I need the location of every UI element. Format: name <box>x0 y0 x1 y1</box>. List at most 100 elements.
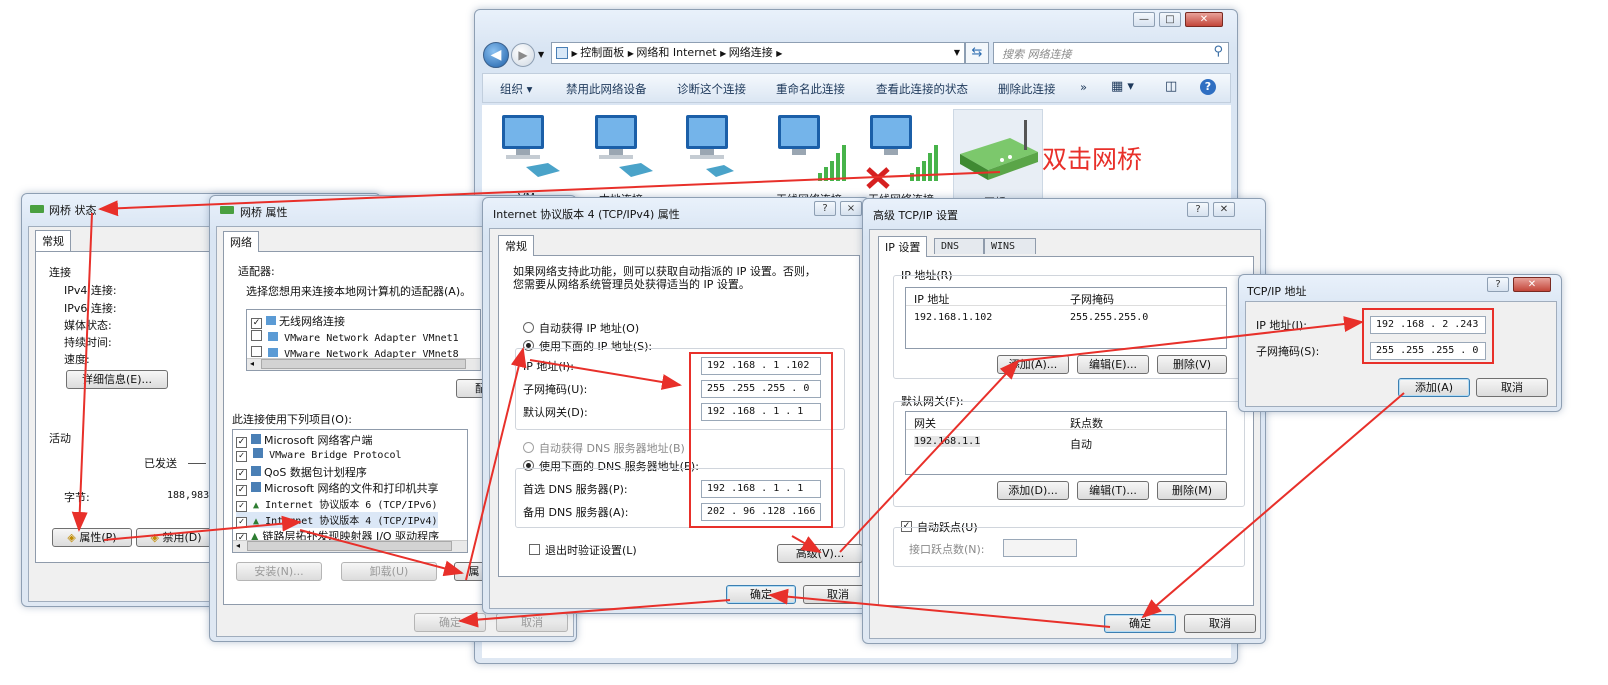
item-checkbox[interactable]: ✓ <box>236 517 247 528</box>
adapter-local[interactable]: 本地连接 <box>589 111 659 206</box>
gateway-list[interactable]: 网关 跃点数 192.168.1.1 自动 <box>905 411 1227 475</box>
help-icon[interactable]: ? <box>1200 79 1216 95</box>
ip-row-address[interactable]: 192.168.1.102 <box>914 312 992 323</box>
adapter-vm[interactable]: VM <box>496 111 566 204</box>
auto-dns-radio[interactable] <box>523 442 534 453</box>
close-button[interactable]: ✕ <box>1513 277 1551 292</box>
adapter-checkbox[interactable] <box>251 346 262 357</box>
close-button[interactable]: × <box>840 201 862 216</box>
item-checkbox[interactable]: ✓ <box>236 501 247 512</box>
delete-connection-button[interactable]: 删除此连接 <box>998 81 1056 97</box>
tab-ip-settings[interactable]: IP 设置 <box>878 236 928 257</box>
scroll-thumb[interactable] <box>247 541 452 551</box>
cancel-button[interactable]: 取消 <box>1184 614 1256 633</box>
tab-general[interactable]: 常规 <box>35 230 71 251</box>
adapter-wireless-1[interactable] <box>680 111 750 191</box>
adapter-checkbox[interactable] <box>251 330 262 341</box>
list-item[interactable]: ✓ Microsoft 网络的文件和打印机共享 <box>236 480 439 496</box>
search-input[interactable]: 搜索 网络连接 <box>1002 46 1072 62</box>
preview-pane-icon[interactable]: ◫ <box>1165 79 1177 94</box>
cancel-button[interactable]: 取消 <box>1476 378 1548 397</box>
back-button[interactable]: ◀ <box>483 42 509 68</box>
help-button[interactable]: ? <box>814 201 836 216</box>
close-button[interactable]: ✕ <box>1185 12 1223 27</box>
gateway-row-address[interactable]: 192.168.1.1 <box>914 436 981 447</box>
edit-gateway-button[interactable]: 编辑(T)... <box>1077 481 1149 500</box>
close-button[interactable]: ✕ <box>1213 202 1235 217</box>
list-item[interactable]: ✓ VMware Bridge Protocol <box>236 448 402 462</box>
tab-dns[interactable]: DNS <box>934 238 984 254</box>
auto-dns-label[interactable]: 自动获得 DNS 服务器地址(B) <box>539 440 685 456</box>
help-button[interactable]: ? <box>1187 202 1209 217</box>
ok-button[interactable]: 确定 <box>726 585 796 604</box>
refresh-button[interactable]: ⇆ <box>965 42 989 64</box>
tab-general[interactable]: 常规 <box>498 235 534 256</box>
tab-wins[interactable]: WINS <box>984 238 1036 254</box>
forward-button[interactable]: ▶ <box>511 43 535 67</box>
maximize-button[interactable]: □ <box>1159 12 1181 27</box>
ip-list[interactable]: IP 地址 子网掩码 192.168.1.102 255.255.255.0 <box>905 287 1227 349</box>
list-item[interactable]: ✓ ▲ Internet 协议版本 4 (TCP/IPv4) <box>236 512 438 528</box>
mask-column-header[interactable]: 子网掩码 <box>1070 291 1114 307</box>
add-ip-button[interactable]: 添加(A)... <box>997 355 1069 374</box>
adapter-bridge[interactable]: 网桥 <box>953 109 1043 209</box>
rename-button[interactable]: 重命名此连接 <box>776 81 845 97</box>
diagnose-button[interactable]: 诊断这个连接 <box>677 81 746 97</box>
item-checkbox[interactable]: ✓ <box>236 437 247 448</box>
view-options-icon[interactable]: ▦ ▾ <box>1111 79 1134 94</box>
remove-ip-button[interactable]: 删除(V) <box>1157 355 1227 374</box>
add-button[interactable]: 添加(A) <box>1398 378 1470 397</box>
scroll-left-icon[interactable]: ◂ <box>250 359 254 369</box>
validate-checkbox[interactable] <box>529 544 540 555</box>
add-gateway-button[interactable]: 添加(D)... <box>997 481 1069 500</box>
advanced-button[interactable]: 高级(V)... <box>777 544 863 563</box>
validate-label[interactable]: 退出时验证设置(L) <box>545 542 637 558</box>
history-dropdown-icon[interactable]: ▼ <box>538 50 544 59</box>
list-item[interactable]: ✓ Microsoft 网络客户端 <box>236 432 373 448</box>
item-checkbox[interactable]: ✓ <box>236 451 247 462</box>
address-bar[interactable]: ▶ 控制面板 ▶ 网络和 Internet ▶ 网络连接 ▶ ▼ <box>551 42 965 64</box>
interface-metric-field[interactable] <box>1003 539 1077 557</box>
organize-menu[interactable]: 组织 ▾ <box>500 81 532 97</box>
auto-ip-label[interactable]: 自动获得 IP 地址(O) <box>539 320 639 336</box>
uninstall-button[interactable]: 卸载(U) <box>341 562 437 581</box>
details-button[interactable]: 详细信息(E)... <box>66 370 168 389</box>
view-status-button[interactable]: 查看此连接的状态 <box>876 81 968 97</box>
list-item[interactable]: ✓ 无线网络连接 <box>251 313 345 329</box>
list-item[interactable]: ✓ QoS 数据包计划程序 <box>236 464 367 480</box>
list-item[interactable]: ✓ ▲ Internet 协议版本 6 (TCP/IPv6) <box>236 496 438 512</box>
breadcrumb-network-internet[interactable]: 网络和 Internet <box>636 46 716 59</box>
horizontal-scrollbar[interactable]: ◂ <box>247 358 480 370</box>
disable-button[interactable]: ◈ 禁用(D) <box>136 528 216 547</box>
item-checkbox[interactable]: ✓ <box>236 469 247 480</box>
scroll-left-icon[interactable]: ◂ <box>236 541 240 551</box>
breadcrumb-network-connections[interactable]: 网络连接 <box>729 46 773 59</box>
install-button[interactable]: 安装(N)... <box>236 562 322 581</box>
properties-button[interactable]: ◈ 属性(P) <box>52 528 132 547</box>
search-box[interactable]: 搜索 网络连接 ⚲ <box>993 42 1229 64</box>
breadcrumb-control-panel[interactable]: 控制面板 <box>580 46 624 59</box>
ok-button[interactable]: 确定 <box>1104 614 1176 633</box>
adapter-wireless-2[interactable]: 无线网络连接 <box>772 111 846 206</box>
item-checkbox[interactable]: ✓ <box>236 485 247 496</box>
tab-network[interactable]: 网络 <box>223 231 259 252</box>
ok-button[interactable]: 确定 <box>414 613 486 632</box>
ip-row-mask[interactable]: 255.255.255.0 <box>1070 312 1148 323</box>
adapter-wireless-3[interactable]: 无线网络连接 <box>864 111 938 206</box>
ip-column-header[interactable]: IP 地址 <box>914 291 949 307</box>
more-commands-button[interactable]: » <box>1080 80 1087 94</box>
minimize-button[interactable]: — <box>1133 12 1155 27</box>
edit-ip-button[interactable]: 编辑(E)... <box>1077 355 1149 374</box>
cancel-button[interactable]: 取消 <box>496 613 568 632</box>
scroll-thumb[interactable] <box>261 359 466 369</box>
address-dropdown-icon[interactable]: ▼ <box>954 43 960 63</box>
items-listbox[interactable]: ✓ Microsoft 网络客户端 ✓ VMware Bridge Protoc… <box>232 429 468 553</box>
horizontal-scrollbar[interactable]: ◂ <box>233 540 467 552</box>
metric-column-header[interactable]: 跃点数 <box>1070 415 1103 431</box>
adapter-checkbox[interactable]: ✓ <box>251 318 262 329</box>
help-button[interactable]: ? <box>1487 277 1509 292</box>
list-item[interactable]: VMware Network Adapter VMnet1 <box>251 330 459 344</box>
gateway-column-header[interactable]: 网关 <box>914 415 936 431</box>
adapter-listbox[interactable]: ✓ 无线网络连接 VMware Network Adapter VMnet1 V… <box>246 309 481 371</box>
gateway-row-metric[interactable]: 自动 <box>1070 436 1092 452</box>
